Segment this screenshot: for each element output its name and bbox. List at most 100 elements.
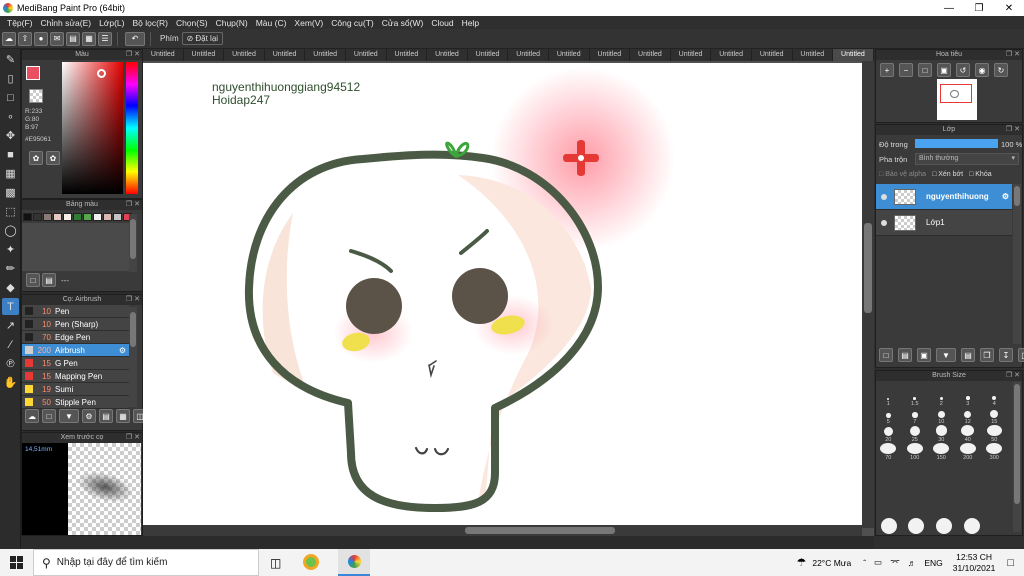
- canvas-horizontal-scrollbar[interactable]: [143, 525, 862, 536]
- brush-view-icon[interactable]: ▦: [116, 409, 130, 423]
- brush-size-cell[interactable]: 20: [875, 425, 902, 443]
- panel-close-icon[interactable]: ❐ ✕: [126, 295, 140, 305]
- menu-view[interactable]: Xem(V): [290, 18, 327, 28]
- select-pen-icon[interactable]: ✏: [2, 260, 19, 277]
- new-1bit-layer-icon[interactable]: ▣: [917, 348, 931, 362]
- brush-size-dot[interactable]: [880, 518, 897, 534]
- delete-palette-icon[interactable]: ▤: [42, 273, 56, 287]
- menu-color[interactable]: Màu (C): [252, 18, 291, 28]
- canvas-area[interactable]: nguyenthihuonggiang94512 Hoidap247: [143, 61, 874, 536]
- close-icon[interactable]: ✕: [994, 0, 1024, 16]
- select-eraser-icon[interactable]: ◆: [2, 279, 19, 296]
- document-tab[interactable]: Untitled: [143, 49, 184, 61]
- rotate-left-icon[interactable]: ↺: [956, 63, 970, 77]
- clock[interactable]: 12:53 CH 31/10/2021: [953, 552, 996, 574]
- panel-close-icon[interactable]: ❐ ✕: [126, 433, 140, 443]
- rect-tool-icon[interactable]: □: [2, 89, 19, 106]
- document-tab[interactable]: Untitled: [671, 49, 712, 61]
- brush-item[interactable]: 19 Sumi: [22, 383, 129, 396]
- visibility-eye-icon[interactable]: [881, 219, 887, 226]
- brush-size-dot[interactable]: [963, 518, 980, 534]
- brush-size-cell[interactable]: 1: [875, 389, 902, 407]
- brush-size-cell[interactable]: 100: [902, 443, 929, 461]
- palette-swatch[interactable]: [23, 213, 32, 221]
- document-tab[interactable]: Untitled: [305, 49, 346, 61]
- brush-item[interactable]: 15 G Pen: [22, 357, 129, 370]
- document-tab[interactable]: Untitled: [184, 49, 225, 61]
- layer-settings-gear-icon[interactable]: ⚙: [1002, 192, 1009, 201]
- brush-settings-icon[interactable]: ⚙: [82, 409, 96, 423]
- brush-tool-icon[interactable]: ✎: [2, 51, 19, 68]
- divide-tool-icon[interactable]: ∕: [2, 336, 19, 353]
- menu-file[interactable]: Tệp(F): [3, 18, 37, 28]
- brush-item[interactable]: 10 Pen: [22, 305, 129, 318]
- layer-row[interactable]: nguyenthihuong ⚙: [876, 184, 1012, 210]
- bucket-tool-icon[interactable]: ▦: [2, 165, 19, 182]
- menu-edit[interactable]: Chỉnh sửa(E): [37, 18, 96, 28]
- saturation-value-picker[interactable]: [62, 62, 123, 194]
- language-indicator[interactable]: ENG: [924, 558, 942, 568]
- brush-size-cell[interactable]: 15: [981, 407, 1008, 425]
- brush-size-cell[interactable]: 25: [902, 425, 929, 443]
- brush-size-cell[interactable]: 30: [928, 425, 955, 443]
- minimize-icon[interactable]: —: [934, 0, 964, 16]
- visibility-eye-icon[interactable]: [881, 193, 887, 200]
- dot-tool-icon[interactable]: ∘: [2, 108, 19, 125]
- foreground-color-swatch[interactable]: [26, 66, 40, 80]
- document-tab[interactable]: Untitled: [387, 49, 428, 61]
- fit-icon[interactable]: □: [918, 63, 932, 77]
- new-halftone-layer-icon[interactable]: ▤: [898, 348, 912, 362]
- hand-tool-icon[interactable]: ✋: [2, 374, 19, 391]
- layer-menu-icon[interactable]: ▼: [936, 348, 956, 362]
- zoom-in-icon[interactable]: +: [880, 63, 894, 77]
- document-tab[interactable]: Untitled: [346, 49, 387, 61]
- document-tab[interactable]: Untitled: [265, 49, 306, 61]
- menu-help[interactable]: Help: [458, 18, 483, 28]
- brush-size-cell[interactable]: 50: [981, 425, 1008, 443]
- brush-settings-gear-icon[interactable]: ⚙: [119, 346, 126, 355]
- menu-layer[interactable]: Lớp(L): [95, 18, 128, 28]
- document-tab[interactable]: Untitled: [224, 49, 265, 61]
- brush-size-cell[interactable]: 1.5: [902, 389, 929, 407]
- task-view-icon[interactable]: ◫: [270, 556, 281, 570]
- brush-item[interactable]: 200 Airbrush ⚙: [22, 344, 129, 357]
- volume-icon[interactable]: ♬: [908, 558, 917, 568]
- panel-close-icon[interactable]: ❐ ✕: [1006, 50, 1020, 60]
- rotate-right-icon[interactable]: ↻: [994, 63, 1008, 77]
- zoom-out-icon[interactable]: −: [899, 63, 913, 77]
- upload-icon[interactable]: ⇧: [18, 31, 32, 46]
- reset-button[interactable]: ⊘ Đặt lại: [181, 32, 224, 45]
- document-tab[interactable]: Untitled: [508, 49, 549, 61]
- palette-swatch[interactable]: [63, 213, 72, 221]
- layer-scrollbar[interactable]: [1013, 184, 1021, 344]
- menu-tools[interactable]: Công cụ(T): [327, 18, 378, 28]
- layer-row[interactable]: Lớp1: [876, 210, 1012, 236]
- palette-swatch[interactable]: [33, 213, 42, 221]
- reset-rotate-icon[interactable]: ◉: [975, 63, 989, 77]
- brush-size-cell[interactable]: 12: [955, 407, 982, 425]
- palette-icon[interactable]: ✿: [29, 151, 43, 165]
- drawing-canvas[interactable]: nguyenthihuonggiang94512 Hoidap247: [143, 63, 862, 525]
- text-tool-icon[interactable]: T: [2, 298, 19, 315]
- brush-size-cell[interactable]: 7: [902, 407, 929, 425]
- brush-size-cell[interactable]: 40: [955, 425, 982, 443]
- brush-item[interactable]: 10 Pen (Sharp): [22, 318, 129, 331]
- palette-swatch[interactable]: [73, 213, 82, 221]
- brush-size-cell[interactable]: 150: [928, 443, 955, 461]
- select-tool-icon[interactable]: ⬚: [2, 203, 19, 220]
- panel-close-icon[interactable]: ❐ ✕: [126, 200, 140, 210]
- protect-alpha-checkbox[interactable]: □ Bảo vệ alpha: [879, 171, 926, 178]
- palette-swatch[interactable]: [43, 213, 52, 221]
- page-icon[interactable]: ▤: [66, 31, 80, 46]
- brush-size-cell[interactable]: 5: [875, 407, 902, 425]
- brush-size-scrollbar[interactable]: [1013, 382, 1021, 532]
- brush-item[interactable]: 70 Edge Pen: [22, 331, 129, 344]
- vertical-scroll-thumb[interactable]: [864, 223, 872, 313]
- brush-size-cell[interactable]: 3: [955, 389, 982, 407]
- palette-swatch[interactable]: [93, 213, 102, 221]
- menu-select[interactable]: Chọn(S): [172, 18, 212, 28]
- document-tab[interactable]: Untitled: [711, 49, 752, 61]
- canvas-vertical-scrollbar[interactable]: [862, 61, 874, 528]
- brush-folder-icon[interactable]: ▤: [99, 409, 113, 423]
- lock-checkbox[interactable]: □ Khóa: [969, 171, 992, 178]
